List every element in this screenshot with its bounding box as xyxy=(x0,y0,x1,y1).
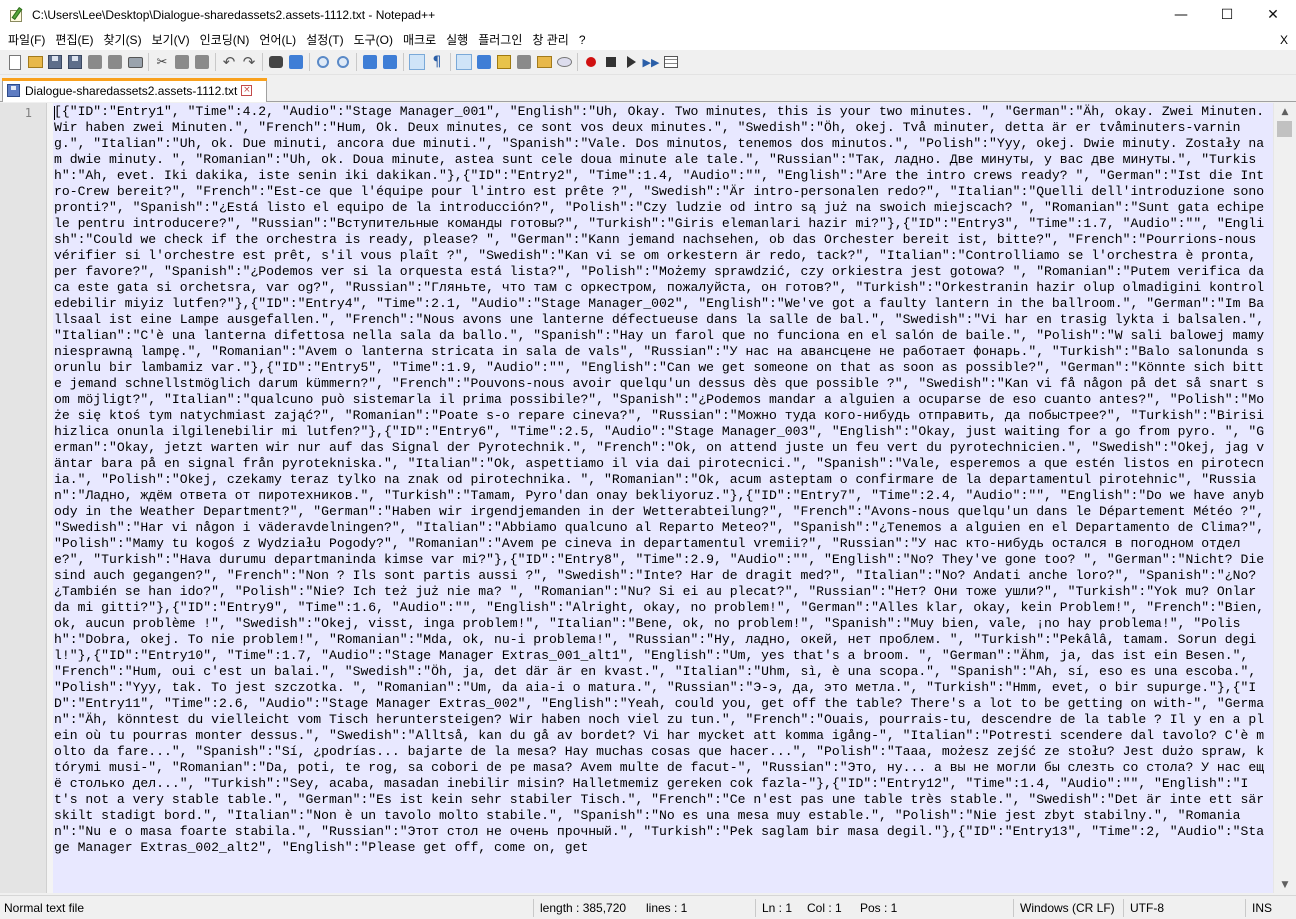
menu-encoding[interactable]: 인코딩(N) xyxy=(196,30,255,50)
save-all-icon[interactable] xyxy=(67,54,83,70)
color-icon[interactable] xyxy=(496,54,512,70)
toolbar-separator xyxy=(356,53,357,71)
tab-bar: Dialogue-sharedassets2.assets-1112.txt × xyxy=(0,75,1296,102)
tab-close-icon[interactable]: × xyxy=(241,85,253,96)
status-divider xyxy=(533,899,534,917)
run-macro-multiple-icon[interactable]: ▶▶ xyxy=(643,54,660,70)
status-column: Col : 1 xyxy=(807,901,842,915)
toolbar-separator xyxy=(309,53,310,71)
close-all-icon[interactable] xyxy=(107,54,123,70)
status-position: Pos : 1 xyxy=(860,901,898,915)
text-editor[interactable]: [{"ID":"Entry1", "Time":4.2, "Audio":"St… xyxy=(53,103,1273,893)
status-eol[interactable]: Windows (CR LF) xyxy=(1016,896,1115,919)
editor-pane: 1 [{"ID":"Entry1", "Time":4.2, "Audio":"… xyxy=(0,103,1296,893)
status-insert-mode[interactable]: INS xyxy=(1248,896,1272,919)
window-title: C:\Users\Lee\Desktop\Dialogue-sharedasse… xyxy=(32,8,436,22)
tab-dialogue-file[interactable]: Dialogue-sharedassets2.assets-1112.txt × xyxy=(2,78,267,102)
maximize-button[interactable]: ☐ xyxy=(1204,0,1250,30)
status-divider xyxy=(755,899,756,917)
title-bar: C:\Users\Lee\Desktop\Dialogue-sharedasse… xyxy=(0,0,1296,30)
notepadpp-logo-icon xyxy=(9,7,25,23)
cut-icon[interactable]: ✂ xyxy=(154,54,170,70)
close-window-button[interactable]: ✕ xyxy=(1250,0,1296,30)
status-line: Ln : 1 xyxy=(762,901,793,915)
close-icon[interactable] xyxy=(87,54,103,70)
menu-help[interactable]: ? xyxy=(575,30,591,50)
menu-search[interactable]: 찾기(S) xyxy=(99,30,146,50)
minimize-button[interactable]: — xyxy=(1158,0,1204,30)
replace-icon[interactable] xyxy=(288,54,304,70)
open-file-icon[interactable] xyxy=(27,54,43,70)
toolbar-separator xyxy=(215,53,216,71)
paste-icon[interactable] xyxy=(194,54,210,70)
zoom-out-icon[interactable] xyxy=(335,54,351,70)
scroll-up-arrow-icon[interactable]: ▲ xyxy=(1274,103,1296,120)
print-icon[interactable] xyxy=(127,54,143,70)
close-document-button[interactable]: X xyxy=(1280,30,1288,50)
menu-bar: 파일(F) 편집(E) 찾기(S) 보기(V) 인코딩(N) 언어(L) 설정(… xyxy=(0,30,1296,50)
window-controls: — ☐ ✕ xyxy=(1158,0,1296,30)
zoom-in-icon[interactable] xyxy=(315,54,331,70)
folder-workspace-icon[interactable] xyxy=(536,54,552,70)
menu-edit[interactable]: 편집(E) xyxy=(51,30,98,50)
scrollbar-thumb[interactable] xyxy=(1277,121,1292,137)
vertical-scrollbar[interactable]: ▲ ▼ xyxy=(1273,103,1296,893)
sync-vertical-icon[interactable] xyxy=(362,54,378,70)
line-number: 1 xyxy=(24,106,32,120)
menu-view[interactable]: 보기(V) xyxy=(148,30,195,50)
saved-file-icon xyxy=(7,84,20,97)
text-caret xyxy=(54,106,55,120)
stop-record-icon[interactable] xyxy=(603,54,619,70)
copy-icon[interactable] xyxy=(174,54,190,70)
indent-guide-icon[interactable] xyxy=(456,54,472,70)
tab-label: Dialogue-sharedassets2.assets-1112.txt xyxy=(25,83,238,98)
status-divider xyxy=(1245,899,1246,917)
monitoring-icon[interactable] xyxy=(556,54,572,70)
menu-tools[interactable]: 도구(O) xyxy=(350,30,398,50)
status-length: length : 385,720 xyxy=(540,901,627,915)
word-wrap-icon[interactable] xyxy=(409,54,425,70)
play-macro-icon[interactable] xyxy=(623,54,639,70)
status-file-type: Normal text file xyxy=(4,901,85,915)
status-encoding[interactable]: UTF-8 xyxy=(1126,896,1164,919)
find-icon[interactable] xyxy=(268,54,284,70)
toolbar: ✂ ↶ ↷ ¶ ▶▶ xyxy=(0,50,1296,75)
save-macro-icon[interactable] xyxy=(663,54,679,70)
menu-macro[interactable]: 매크로 xyxy=(399,30,441,50)
doc-map-icon[interactable] xyxy=(516,54,532,70)
menu-plugins[interactable]: 플러그인 xyxy=(474,30,527,50)
new-file-icon[interactable] xyxy=(7,54,23,70)
toolbar-separator xyxy=(577,53,578,71)
redo-icon[interactable]: ↷ xyxy=(241,54,257,70)
menu-run[interactable]: 실행 xyxy=(442,30,473,50)
language-icon[interactable] xyxy=(476,54,492,70)
scroll-down-arrow-icon[interactable]: ▼ xyxy=(1274,876,1296,893)
menu-settings[interactable]: 설정(T) xyxy=(302,30,348,50)
record-macro-icon[interactable] xyxy=(583,54,599,70)
show-all-chars-icon[interactable]: ¶ xyxy=(429,54,445,70)
save-icon[interactable] xyxy=(47,54,63,70)
line-number-gutter: 1 xyxy=(0,103,47,893)
toolbar-separator xyxy=(403,53,404,71)
notepadpp-window: C:\Users\Lee\Desktop\Dialogue-sharedasse… xyxy=(0,0,1296,919)
document-text[interactable]: [{"ID":"Entry1", "Time":4.2, "Audio":"St… xyxy=(54,104,1269,856)
status-bar: Normal text file length : 385,720 lines … xyxy=(0,895,1296,919)
toolbar-separator xyxy=(450,53,451,71)
toolbar-separator xyxy=(148,53,149,71)
undo-icon[interactable]: ↶ xyxy=(221,54,237,70)
menu-language[interactable]: 언어(L) xyxy=(255,30,301,50)
sync-horizontal-icon[interactable] xyxy=(382,54,398,70)
menu-file[interactable]: 파일(F) xyxy=(4,30,50,50)
toolbar-separator xyxy=(262,53,263,71)
status-divider xyxy=(1123,899,1124,917)
menu-window[interactable]: 창 관리 xyxy=(528,30,573,50)
status-divider xyxy=(1013,899,1014,917)
status-lines: lines : 1 xyxy=(646,901,688,915)
